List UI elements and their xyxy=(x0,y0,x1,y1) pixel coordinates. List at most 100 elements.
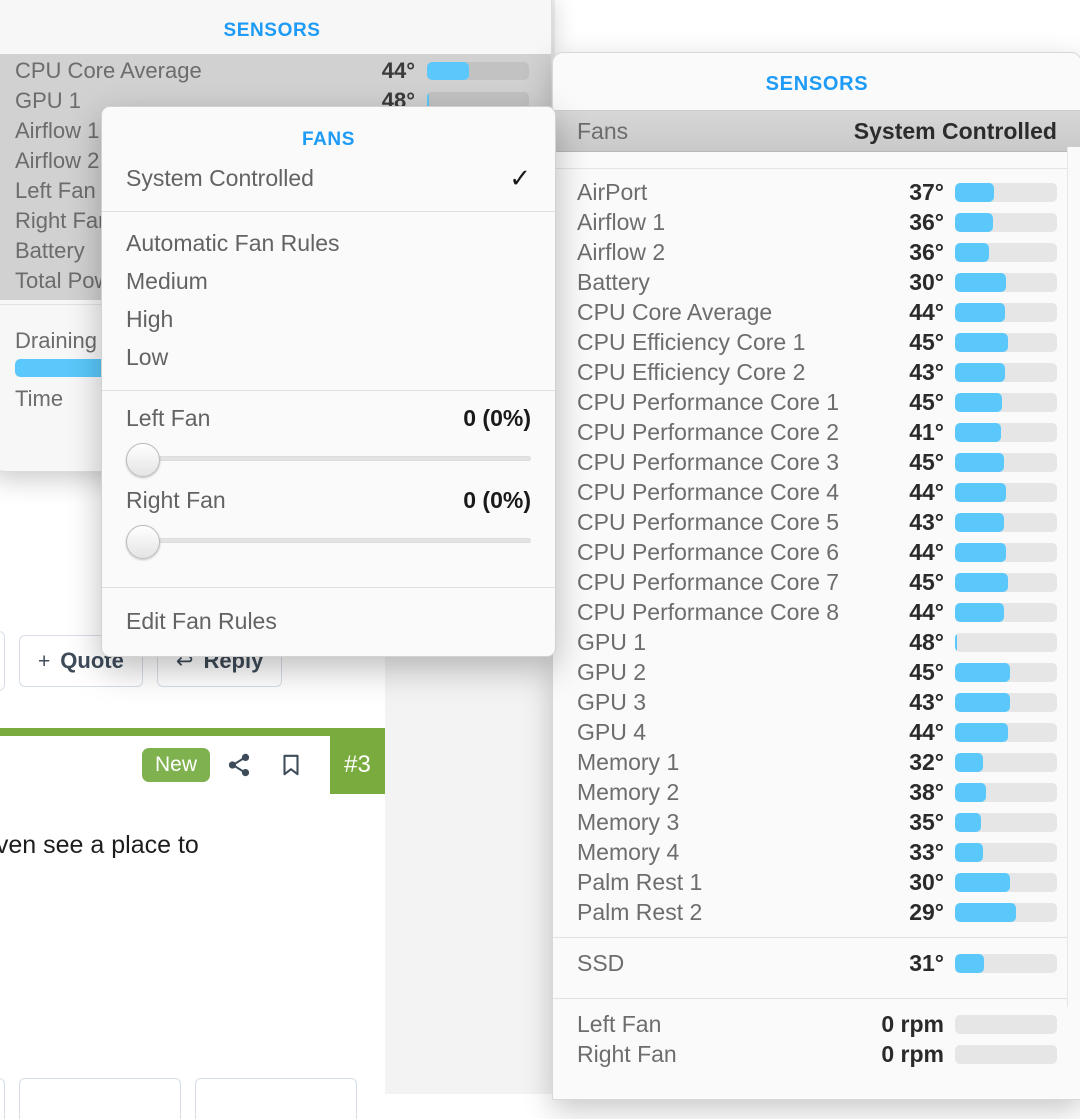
temperature-row[interactable]: Palm Rest 2 29° xyxy=(553,897,1080,927)
sensor-value: 32° xyxy=(909,748,944,775)
sensor-value: 45° xyxy=(909,388,944,415)
sensor-name: CPU Core Average xyxy=(577,298,773,325)
left-sensor-row[interactable]: CPU Core Average 44° xyxy=(0,56,551,86)
fans-menu-title: FANS xyxy=(301,129,356,150)
left-fan-value: 0 (0%) xyxy=(463,405,531,431)
temperature-row[interactable]: CPU Performance Core 1 45° xyxy=(553,387,1080,417)
fans-menu-footer: Edit Fan Rules xyxy=(102,588,555,656)
sensor-bar xyxy=(955,242,1057,262)
sensor-bar xyxy=(955,602,1057,622)
post-body-text: even see a place to xyxy=(0,830,199,859)
bottom-reply-button[interactable] xyxy=(195,1078,357,1119)
menu-item-edit-fan-rules[interactable]: Edit Fan Rules xyxy=(102,602,555,640)
left-panel-title: SENSORS xyxy=(223,20,321,41)
fans-mode-header[interactable]: Fans System Controlled xyxy=(553,110,1080,152)
bottom-action-partial[interactable] xyxy=(0,1078,5,1119)
right-fan-slider[interactable] xyxy=(126,525,531,559)
slider-knob[interactable] xyxy=(126,443,160,477)
sensor-value: 43° xyxy=(909,508,944,535)
sensor-name: CPU Performance Core 6 xyxy=(577,538,840,565)
sensor-name: CPU Efficiency Core 1 xyxy=(577,328,806,355)
sensor-name: CPU Performance Core 5 xyxy=(577,508,840,535)
temperature-row[interactable]: CPU Efficiency Core 1 45° xyxy=(553,327,1080,357)
fan-row[interactable]: Left Fan 0 rpm xyxy=(553,1009,1080,1039)
temperature-row[interactable]: Memory 2 38° xyxy=(553,777,1080,807)
slider-knob[interactable] xyxy=(126,525,160,559)
post-number-tag[interactable]: #3 xyxy=(330,736,385,794)
left-fan-slider[interactable] xyxy=(126,443,531,477)
menu-item-high[interactable]: High xyxy=(102,300,555,338)
sensor-value: 44° xyxy=(909,478,944,505)
sensor-bar xyxy=(955,1044,1057,1064)
temperature-row[interactable]: CPU Efficiency Core 2 43° xyxy=(553,357,1080,387)
temperature-row[interactable]: Airflow 1 36° xyxy=(553,207,1080,237)
action-button-partial[interactable] xyxy=(0,631,5,691)
bookmark-icon[interactable] xyxy=(278,752,304,778)
sensor-bar xyxy=(955,362,1057,382)
left-sensor-name: CPU Core Average xyxy=(15,58,202,83)
sensor-value: 45° xyxy=(909,448,944,475)
temperature-row[interactable]: AirPort 37° xyxy=(553,177,1080,207)
right-fan-label: Right Fan xyxy=(126,487,226,513)
sensor-value: 36° xyxy=(909,208,944,235)
sensor-name: GPU 2 xyxy=(577,658,647,685)
share-icon[interactable] xyxy=(226,752,252,778)
post-body: even see a place to xyxy=(0,800,385,890)
temperature-row[interactable]: CPU Performance Core 5 43° xyxy=(553,507,1080,537)
temperature-row[interactable]: Memory 4 33° xyxy=(553,837,1080,867)
bottom-action-bar xyxy=(0,1078,385,1119)
sensor-value: 30° xyxy=(909,868,944,895)
menu-item-system-controlled[interactable]: System Controlled ✓ xyxy=(102,159,555,197)
sensor-value: 45° xyxy=(909,328,944,355)
temperature-row[interactable]: CPU Performance Core 2 41° xyxy=(553,417,1080,447)
menu-item-automatic-fan-rules[interactable]: Automatic Fan Rules xyxy=(102,224,555,262)
checkmark-icon: ✓ xyxy=(509,163,531,193)
sensor-value: 30° xyxy=(909,268,944,295)
sensor-name: Palm Rest 2 xyxy=(577,898,703,925)
sensor-value: 44° xyxy=(909,298,944,325)
temperature-row[interactable]: CPU Performance Core 3 45° xyxy=(553,447,1080,477)
temperature-row[interactable]: CPU Core Average 44° xyxy=(553,297,1080,327)
sensor-bar xyxy=(955,812,1057,832)
temperature-row[interactable]: GPU 2 45° xyxy=(553,657,1080,687)
temperature-row[interactable]: Memory 1 32° xyxy=(553,747,1080,777)
temperature-row[interactable]: Battery 30° xyxy=(553,267,1080,297)
header-spacer xyxy=(553,152,1080,169)
menu-item-label: Medium xyxy=(126,267,208,294)
fan-speed-list: Left Fan 0 rpm Right Fan 0 rpm xyxy=(553,999,1080,1079)
menu-item-medium[interactable]: Medium xyxy=(102,262,555,300)
temperature-row[interactable]: CPU Performance Core 8 44° xyxy=(553,597,1080,627)
sensor-bar xyxy=(955,953,1057,973)
temperature-row[interactable]: GPU 1 48° xyxy=(553,627,1080,657)
sensor-name: CPU Performance Core 7 xyxy=(577,568,840,595)
sensors-scrollbar[interactable] xyxy=(1067,147,1080,1007)
fan-row[interactable]: Right Fan 0 rpm xyxy=(553,1039,1080,1069)
left-sensor-name: GPU 1 xyxy=(15,88,82,113)
temperature-row[interactable]: CPU Performance Core 6 44° xyxy=(553,537,1080,567)
menu-item-label: Automatic Fan Rules xyxy=(126,229,340,256)
temperature-row[interactable]: Airflow 2 36° xyxy=(553,237,1080,267)
temperature-row[interactable]: GPU 3 43° xyxy=(553,687,1080,717)
temperature-row[interactable]: Memory 3 35° xyxy=(553,807,1080,837)
bottom-quote-button[interactable] xyxy=(19,1078,181,1119)
left-sensor-name: Right Fan xyxy=(15,208,111,233)
slider-track xyxy=(144,456,531,461)
temperature-row[interactable]: CPU Performance Core 4 44° xyxy=(553,477,1080,507)
sensor-bar xyxy=(955,662,1057,682)
sensor-name: Battery xyxy=(577,268,650,295)
drive-row[interactable]: SSD 31° xyxy=(553,948,1080,978)
sensor-name: GPU 3 xyxy=(577,688,647,715)
menu-item-low[interactable]: Low xyxy=(102,338,555,376)
temperature-row[interactable]: GPU 4 44° xyxy=(553,717,1080,747)
sensor-bar xyxy=(955,1014,1057,1034)
sensor-name: CPU Performance Core 2 xyxy=(577,418,840,445)
sensor-name: Memory 2 xyxy=(577,778,680,805)
sensor-name: GPU 4 xyxy=(577,718,647,745)
temperature-row[interactable]: Palm Rest 1 30° xyxy=(553,867,1080,897)
slider-track xyxy=(144,538,531,543)
fans-mode-value: System Controlled xyxy=(853,117,1057,144)
sensor-value: 43° xyxy=(909,358,944,385)
menu-item-label: Low xyxy=(126,343,169,370)
sensors-panel-title: SENSORS xyxy=(765,73,869,95)
temperature-row[interactable]: CPU Performance Core 7 45° xyxy=(553,567,1080,597)
